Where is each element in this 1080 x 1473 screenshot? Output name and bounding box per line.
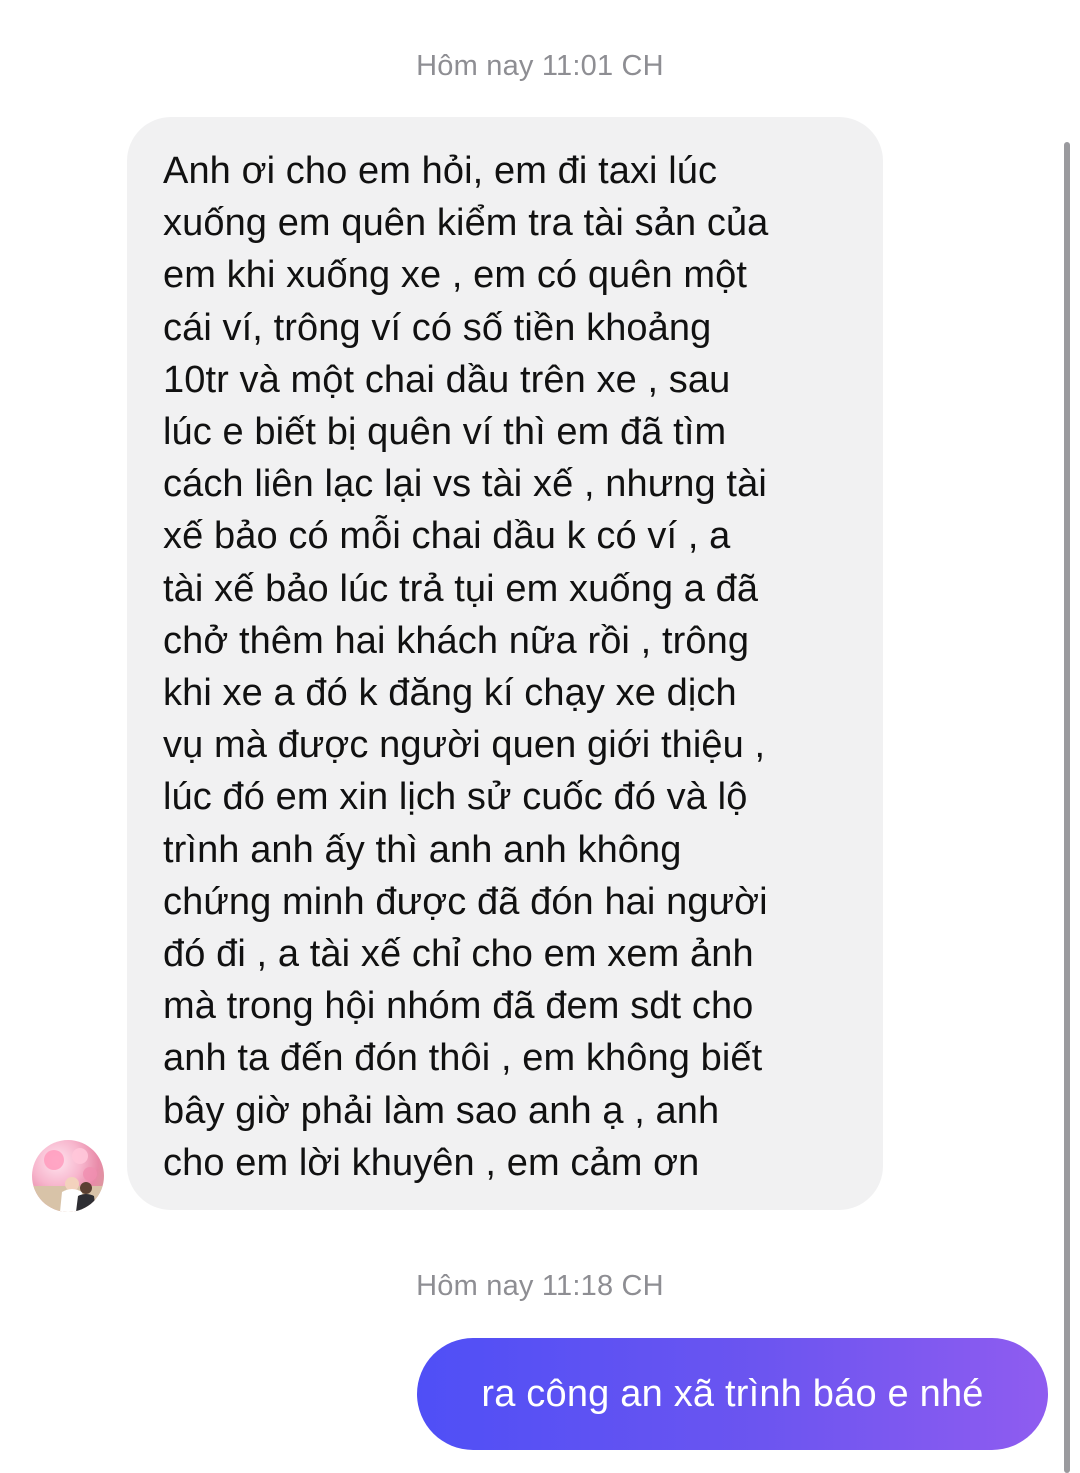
incoming-message-bubble[interactable]: Anh ơi cho em hỏi, em đi taxi lúc xuống … (127, 117, 883, 1210)
outgoing-message-text: ra công an xã trình báo e nhé (481, 1372, 984, 1415)
contact-avatar[interactable] (32, 1140, 104, 1212)
outgoing-message-bubble[interactable]: ra công an xã trình báo e nhé (417, 1338, 1048, 1450)
timestamp-reply: Hôm nay 11:18 CH (416, 1270, 664, 1302)
avatar-photo-icon (32, 1148, 104, 1212)
incoming-message-text: Anh ơi cho em hỏi, em đi taxi lúc xuống … (163, 150, 769, 1184)
scrollbar[interactable] (1064, 142, 1070, 1473)
timestamp-header: Hôm nay 11:01 CH (416, 50, 664, 82)
